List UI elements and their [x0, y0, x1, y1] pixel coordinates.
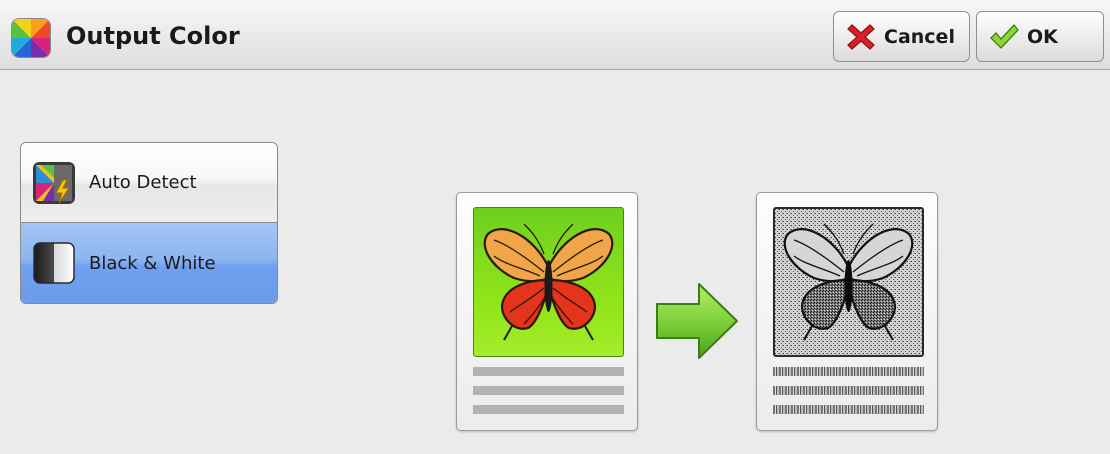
option-black-white[interactable]: Black & White	[21, 223, 277, 303]
output-color-options: Auto Detect Black & White	[20, 142, 278, 304]
black-white-icon	[33, 242, 75, 284]
output-color-icon	[12, 19, 50, 57]
cancel-button[interactable]: Cancel	[833, 11, 970, 62]
option-label: Black & White	[89, 252, 216, 274]
auto-detect-icon	[33, 161, 75, 204]
butterfly-color-icon	[473, 207, 624, 357]
option-auto-detect[interactable]: Auto Detect	[21, 143, 277, 223]
ok-button[interactable]: OK	[976, 11, 1104, 62]
cancel-label: Cancel	[884, 25, 955, 48]
checkmark-icon	[990, 23, 1019, 49]
butterfly-bw-icon	[773, 207, 924, 357]
ok-label: OK	[1027, 25, 1058, 48]
cancel-icon	[847, 23, 875, 50]
preview-original-card	[456, 192, 638, 431]
title-bar: Output Color Cancel OK	[0, 0, 1110, 70]
arrow-right-icon	[655, 282, 739, 364]
page-title: Output Color	[66, 22, 240, 50]
preview-result-card	[756, 192, 938, 431]
option-label: Auto Detect	[89, 172, 197, 193]
